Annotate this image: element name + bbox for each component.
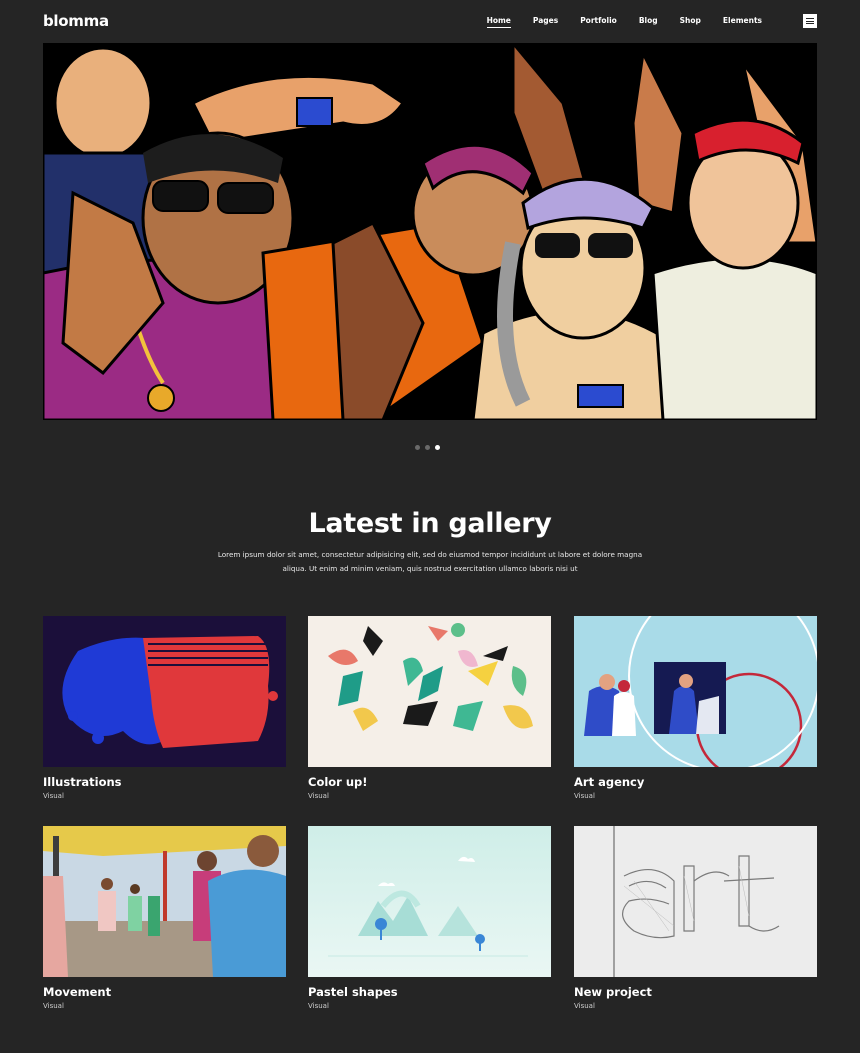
gallery-thumb-color-up[interactable] [308,616,551,767]
gallery-card-title[interactable]: Color up! [308,775,551,789]
gallery-card-new-project[interactable]: New project Visual [574,826,817,1010]
gallery-card-illustrations[interactable]: Illustrations Visual [43,616,286,800]
hamburger-icon[interactable] [803,14,817,28]
gallery-section-title: Latest in gallery [308,508,552,539]
nav-item-home[interactable]: Home [486,16,511,28]
main-nav: Home Pages Portfolio Blog Shop Elements [465,16,762,28]
gallery-card-category[interactable]: Visual [43,792,286,800]
gallery-card-title[interactable]: Movement [43,985,286,999]
slider-dot-1[interactable] [415,445,420,450]
nav-item-portfolio[interactable]: Portfolio [580,16,617,28]
nav-item-blog[interactable]: Blog [639,16,658,28]
nav-item-elements[interactable]: Elements [723,16,762,28]
gallery-thumb-illustrations[interactable] [43,616,286,767]
gallery-section-description: Lorem ipsum dolor sit amet, consectetur … [217,550,643,573]
nav-item-pages[interactable]: Pages [533,16,558,28]
gallery-thumb-art-agency[interactable] [574,616,817,767]
gallery-card-title[interactable]: Pastel shapes [308,985,551,999]
gallery-thumb-new-project[interactable] [574,826,817,977]
slider-dot-3[interactable] [435,445,440,450]
slider-pagination [415,445,440,450]
gallery-card-color-up[interactable]: Color up! Visual [308,616,551,800]
hero-slide-image [43,43,817,420]
gallery-card-category[interactable]: Visual [574,1002,817,1010]
gallery-card-category[interactable]: Visual [308,1002,551,1010]
site-logo[interactable]: blomma [43,12,109,30]
gallery-card-category[interactable]: Visual [43,1002,286,1010]
gallery-card-category[interactable]: Visual [574,792,817,800]
gallery-thumb-movement[interactable] [43,826,286,977]
gallery-thumb-pastel-shapes[interactable] [308,826,551,977]
gallery-card-title[interactable]: Illustrations [43,775,286,789]
gallery-card-pastel-shapes[interactable]: Pastel shapes Visual [308,826,551,1010]
slider-dot-2[interactable] [425,445,430,450]
nav-item-shop[interactable]: Shop [680,16,701,28]
gallery-card-art-agency[interactable]: Art agency Visual [574,616,817,800]
gallery-card-movement[interactable]: Movement Visual [43,826,286,1010]
gallery-card-title[interactable]: New project [574,985,817,999]
gallery-card-title[interactable]: Art agency [574,775,817,789]
site-header: blomma Home Pages Portfolio Blog Shop El… [0,0,860,42]
gallery-card-category[interactable]: Visual [308,792,551,800]
